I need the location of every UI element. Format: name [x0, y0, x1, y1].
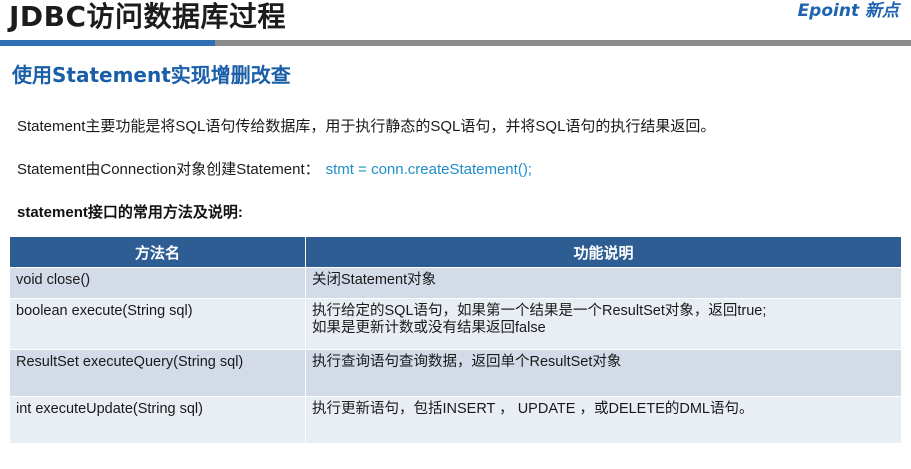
- method-cell: boolean execute(String sql): [10, 298, 306, 350]
- title-divider: [0, 40, 911, 46]
- method-cell: ResultSet executeQuery(String sql): [10, 349, 306, 397]
- description-cell: 执行查询语句查询数据，返回单个ResultSet对象: [305, 349, 901, 397]
- table-row: ResultSet executeQuery(String sql) 执行查询语…: [10, 349, 901, 397]
- method-cell: int executeUpdate(String sql): [10, 396, 306, 443]
- paragraph-statement-creation: Statement由Connection对象创建Statement： stmt =…: [17, 160, 532, 180]
- header-method-name: 方法名: [10, 237, 306, 268]
- description-cell: 执行给定的SQL语句，如果第一个结果是一个ResultSet对象，返回true;…: [305, 298, 901, 350]
- paragraph-statement-purpose: Statement主要功能是将SQL语句传给数据库，用于执行静态的SQL语句，并…: [17, 118, 716, 135]
- paragraph-text: Statement由Connection对象创建Statement：: [17, 161, 320, 178]
- table-caption: statement接口的常用方法及说明:: [17, 204, 243, 221]
- table-row: boolean execute(String sql) 执行给定的SQL语句，如…: [10, 298, 901, 350]
- description-cell: 执行更新语句，包括INSERT ， UPDATE ，或DELETE的DML语句。: [305, 396, 901, 443]
- methods-table: 方法名 功能说明 void close() 关闭Statement对象 bool…: [10, 237, 901, 443]
- table-header-row: 方法名 功能说明: [10, 237, 901, 268]
- code-snippet: stmt = conn.createStatement();: [325, 161, 532, 178]
- epoint-logo: Epoint 新点: [797, 1, 899, 21]
- method-cell: void close(): [10, 267, 306, 299]
- table-row: void close() 关闭Statement对象: [10, 267, 901, 299]
- section-heading: 使用Statement实现增删改查: [12, 63, 291, 87]
- description-cell: 关闭Statement对象: [305, 267, 901, 299]
- slide-title: JDBC访问数据库过程: [9, 0, 287, 33]
- header-description: 功能说明: [305, 237, 901, 268]
- table-row: int executeUpdate(String sql) 执行更新语句，包括I…: [10, 396, 901, 443]
